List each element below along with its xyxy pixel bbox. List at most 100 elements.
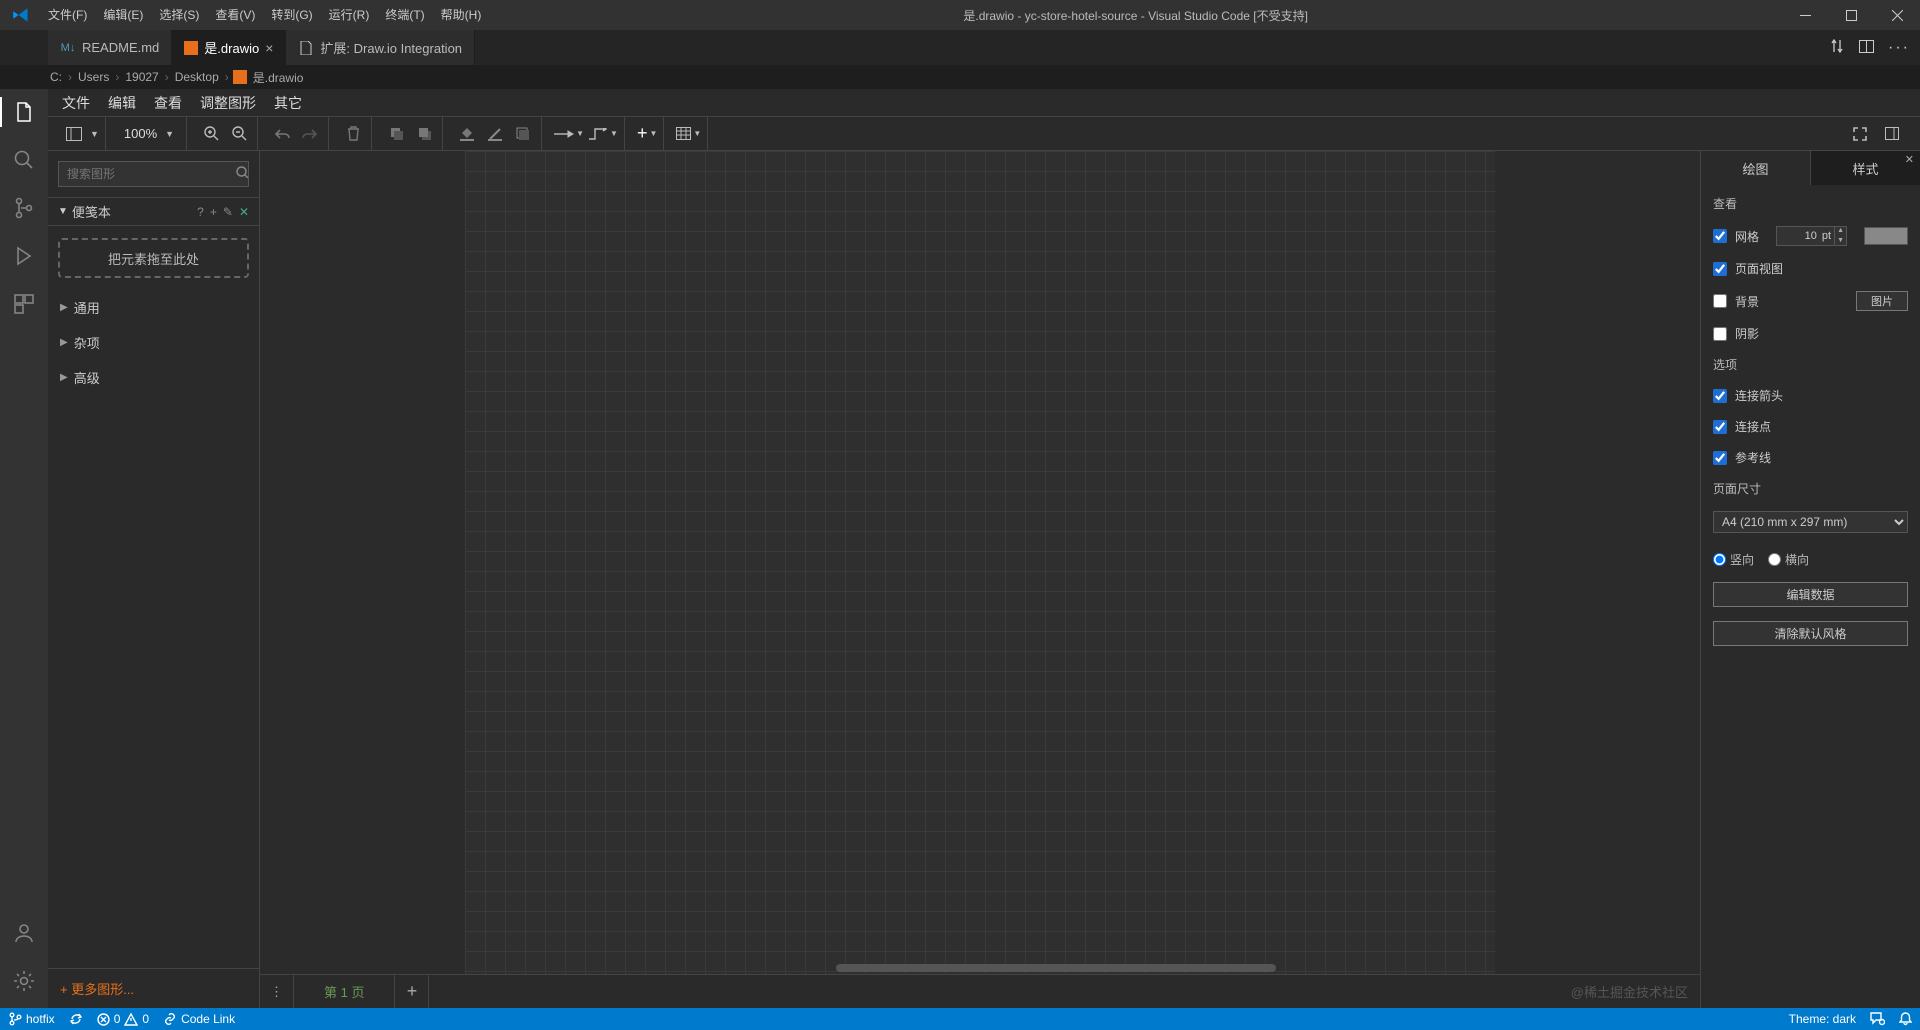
maximize-button[interactable] [1828, 0, 1874, 30]
close-icon[interactable]: × [265, 40, 273, 56]
pageview-checkbox[interactable] [1713, 262, 1727, 276]
edit-icon[interactable]: ✎ [223, 205, 233, 219]
menu-terminal[interactable]: 终端(T) [377, 0, 432, 30]
image-button[interactable]: 图片 [1856, 291, 1908, 311]
menu-file[interactable]: 文件(F) [40, 0, 95, 30]
delete-icon[interactable] [341, 122, 365, 146]
palette-general[interactable]: ▶通用 [48, 290, 259, 325]
tab-extension[interactable]: 扩展: Draw.io Integration [286, 30, 475, 65]
close-icon[interactable]: ✕ [239, 205, 249, 219]
menu-view[interactable]: 查看(V) [207, 0, 263, 30]
page-tab-1[interactable]: 第 1 页 [294, 975, 395, 1008]
clear-style-button[interactable]: 清除默认风格 [1713, 621, 1908, 646]
guide-checkbox[interactable] [1713, 451, 1727, 465]
shadow-checkbox[interactable] [1713, 327, 1727, 341]
zoom-level[interactable]: 100%▼ [118, 126, 180, 141]
format-panel-toggle-icon[interactable] [1880, 122, 1904, 146]
shadow-icon[interactable] [511, 122, 535, 146]
grid-size-field[interactable] [1777, 230, 1819, 242]
fullscreen-icon[interactable] [1848, 122, 1872, 146]
grid-checkbox[interactable] [1713, 229, 1727, 243]
help-icon[interactable]: ? [197, 205, 204, 219]
account-icon[interactable] [11, 920, 37, 946]
insert-icon[interactable]: +▼ [637, 122, 657, 146]
crumb-c[interactable]: C: [48, 70, 64, 84]
chevron-down-icon[interactable]: ▼ [90, 129, 99, 139]
bell-icon[interactable] [1899, 1012, 1912, 1026]
menu-run[interactable]: 运行(R) [321, 0, 378, 30]
tab-drawio[interactable]: 是.drawio × [172, 30, 286, 65]
dmenu-view[interactable]: 查看 [154, 93, 182, 113]
background-checkbox[interactable] [1713, 294, 1727, 308]
format-tab-style[interactable]: 样式✕ [1810, 151, 1920, 185]
menu-edit[interactable]: 编辑(E) [95, 0, 151, 30]
source-control-icon[interactable] [11, 195, 37, 221]
redo-icon[interactable] [298, 122, 322, 146]
to-front-icon[interactable] [384, 122, 408, 146]
table-icon[interactable]: ▼ [676, 122, 701, 146]
sync-icon[interactable] [69, 1012, 83, 1026]
page-menu-icon[interactable]: ⋮ [260, 975, 294, 1008]
add-icon[interactable]: + [210, 205, 217, 219]
horizontal-scrollbar[interactable] [836, 964, 1276, 972]
fill-color-icon[interactable] [455, 122, 479, 146]
paper-size-select[interactable]: A4 (210 mm x 297 mm) [1713, 511, 1908, 533]
connection-icon[interactable]: ▼ [554, 122, 584, 146]
compare-changes-icon[interactable] [1829, 38, 1845, 57]
scratchpad-header[interactable]: ▼ 便笺本 ? + ✎ ✕ [48, 197, 259, 226]
git-branch[interactable]: hotfix [8, 1012, 55, 1026]
run-debug-icon[interactable] [11, 243, 37, 269]
search-icon[interactable] [11, 147, 37, 173]
conn-arrow-checkbox[interactable] [1713, 389, 1727, 403]
waypoint-icon[interactable]: ▼ [588, 122, 618, 146]
palette-advanced[interactable]: ▶高级 [48, 360, 259, 395]
drawing-canvas[interactable] [465, 151, 1495, 974]
theme-indicator[interactable]: Theme: dark [1789, 1012, 1856, 1026]
spin-down-icon[interactable]: ▼ [1835, 236, 1846, 246]
more-shapes-link[interactable]: + 更多图形... [48, 968, 259, 1008]
problems[interactable]: 0 0 [97, 1012, 149, 1026]
format-tab-draw[interactable]: 绘图 [1701, 151, 1810, 185]
to-back-icon[interactable] [412, 122, 436, 146]
undo-icon[interactable] [270, 122, 294, 146]
search-icon[interactable] [230, 166, 255, 182]
conn-point-checkbox[interactable] [1713, 420, 1727, 434]
explorer-icon[interactable] [11, 99, 37, 125]
grid-color-swatch[interactable] [1864, 227, 1908, 245]
dmenu-edit[interactable]: 编辑 [108, 93, 136, 113]
menu-select[interactable]: 选择(S) [151, 0, 207, 30]
line-color-icon[interactable] [483, 122, 507, 146]
close-icon[interactable]: ✕ [1905, 153, 1914, 166]
dmenu-arrange[interactable]: 调整图形 [200, 93, 256, 113]
crumb-file[interactable]: 是.drawio [251, 69, 306, 86]
landscape-radio[interactable] [1768, 553, 1781, 566]
zoom-in-icon[interactable] [199, 122, 223, 146]
minimize-button[interactable] [1782, 0, 1828, 30]
split-editor-icon[interactable] [1859, 40, 1874, 56]
gear-icon[interactable] [11, 968, 37, 994]
dmenu-extras[interactable]: 其它 [274, 93, 302, 113]
grid-size-input[interactable]: pt ▲▼ [1776, 226, 1847, 246]
canvas-area[interactable] [260, 151, 1700, 974]
shape-search-input[interactable] [59, 167, 230, 181]
feedback-icon[interactable] [1870, 1012, 1885, 1026]
portrait-radio[interactable] [1713, 553, 1726, 566]
dmenu-file[interactable]: 文件 [62, 93, 90, 113]
menu-help[interactable]: 帮助(H) [433, 0, 490, 30]
close-button[interactable] [1874, 0, 1920, 30]
more-actions-icon[interactable]: ··· [1888, 39, 1910, 57]
spin-up-icon[interactable]: ▲ [1835, 226, 1846, 236]
scratchpad-drop-area[interactable]: 把元素拖至此处 [58, 238, 249, 278]
add-page-button[interactable]: + [395, 975, 429, 1008]
crumb-users[interactable]: Users [76, 70, 111, 84]
extensions-icon[interactable] [11, 291, 37, 317]
crumb-19027[interactable]: 19027 [123, 70, 160, 84]
menu-goto[interactable]: 转到(G) [263, 0, 320, 30]
tab-readme[interactable]: M↓ README.md [48, 30, 172, 65]
edit-data-button[interactable]: 编辑数据 [1713, 582, 1908, 607]
crumb-desktop[interactable]: Desktop [173, 70, 221, 84]
view-mode-icon[interactable] [62, 122, 86, 146]
zoom-out-icon[interactable] [227, 122, 251, 146]
code-link[interactable]: Code Link [163, 1012, 235, 1026]
palette-misc[interactable]: ▶杂项 [48, 325, 259, 360]
